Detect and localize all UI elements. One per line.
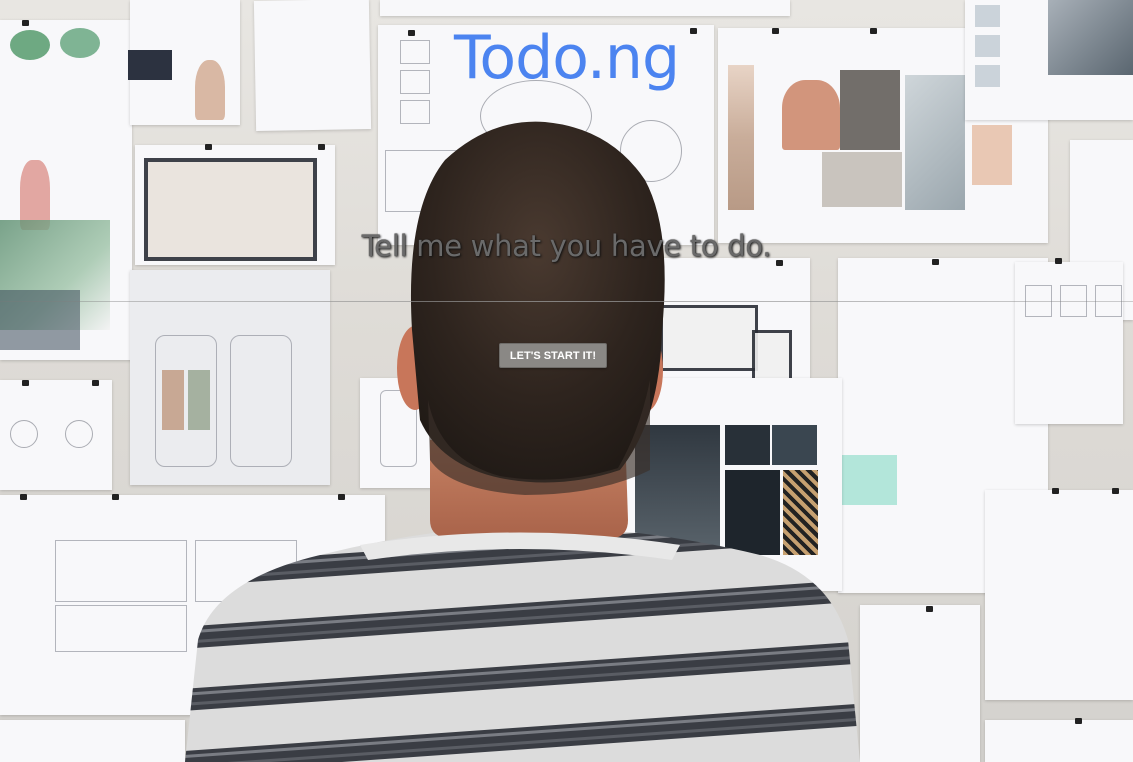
start-button[interactable]: LET'S START IT! (499, 343, 607, 368)
divider (0, 301, 1133, 302)
hero-section: Todo.ng Tell me what you have to do. LET… (0, 0, 1133, 762)
app-title: Todo.ng (453, 23, 680, 93)
landing-overlay: Todo.ng Tell me what you have to do. LET… (0, 0, 1133, 762)
tagline: Tell me what you have to do. (361, 229, 772, 263)
